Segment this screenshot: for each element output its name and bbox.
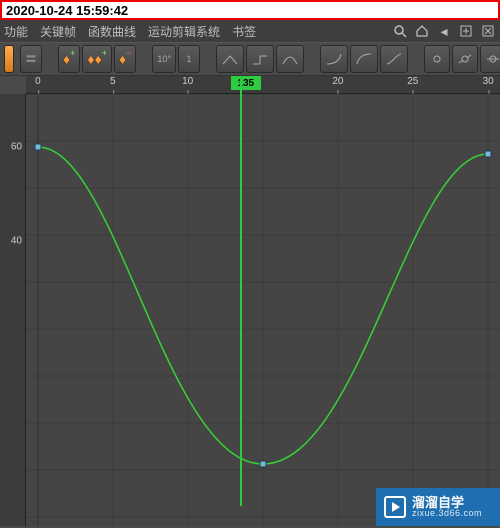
playhead-line [240,76,242,506]
y-axis-label: 60 [11,142,22,153]
tab-fcurve[interactable]: 函数曲线 [88,23,136,40]
timeline-mode-button[interactable] [20,45,42,73]
ease-in-button[interactable] [320,45,348,73]
keyframe-handle[interactable] [485,151,492,158]
timestamp-text: 2020-10-24 15:59:42 [6,3,128,18]
menu-right-icons: ◂ [392,23,496,39]
play-logo-icon [384,496,406,518]
tangent-spline-button[interactable] [276,45,304,73]
ease-out-button[interactable] [350,45,378,73]
tangent-linear-button[interactable] [216,45,244,73]
tangent-step-button[interactable] [246,45,274,73]
y-axis[interactable]: 60 40 [0,94,26,526]
watermark-url: zixue.3d66.com [412,509,482,518]
snap-frame-button[interactable]: 1 [178,45,200,73]
frame-step-group: 10° 1 [152,45,200,73]
toolbar: ♦+ ♦♦+ ♦− 10° 1 [0,42,500,76]
keyframe-add-group: ♦+ ♦♦+ ♦− [58,45,136,73]
ruler-tick: 10 [182,76,193,87]
key-add-button[interactable]: ♦+ [58,45,80,73]
key-add-all-button[interactable]: ♦♦+ [82,45,112,73]
handle-auto-button[interactable] [424,45,450,73]
ruler-tick: 5 [110,76,116,87]
ruler-tick: 20 [332,76,343,87]
tangent-ease-group [320,45,408,73]
new-tab-icon[interactable] [458,23,474,39]
search-icon[interactable] [392,23,408,39]
ease-both-button[interactable] [380,45,408,73]
key-remove-button[interactable]: ♦− [114,45,136,73]
keyframe-handle[interactable] [35,144,42,151]
menu-bar: 功能 关键帧 函数曲线 运动剪辑系统 书签 ◂ [0,20,500,42]
tab-keyframes[interactable]: 关键帧 [40,23,76,40]
time-ruler[interactable]: 0 5 10 20 25 30 135 [26,76,500,94]
ruler-tick: 30 [483,76,494,87]
y-axis-label: 40 [11,236,22,247]
graph-area: 60 40 [0,94,500,526]
keyframe-handle[interactable] [260,461,267,468]
handle-break-button[interactable] [452,45,478,73]
ruler-tick: 25 [407,76,418,87]
tangent-type-group-a [216,45,304,73]
close-panel-icon[interactable] [480,23,496,39]
timestamp-bar: 2020-10-24 15:59:42 [0,0,500,20]
handle-clamp-button[interactable] [480,45,500,73]
tab-motionclip[interactable]: 运动剪辑系统 [148,23,220,40]
handle-mode-group [424,45,500,73]
record-strip-button[interactable] [4,45,14,73]
ruler-tick: 0 [35,76,41,87]
tab-bookmarks[interactable]: 书签 [232,23,256,40]
playhead-frame-label: 135 [231,76,261,90]
tab-function[interactable]: 功能 [4,23,28,40]
curve-plot[interactable]: 溜溜自学 zixue.3d66.com [26,94,500,526]
menu-tabs: 功能 关键帧 函数曲线 运动剪辑系统 书签 [4,23,256,40]
snap-angle-button[interactable]: 10° [152,45,176,73]
arrow-left-small-icon[interactable]: ◂ [436,23,452,39]
home-icon[interactable] [414,23,430,39]
watermark: 溜溜自学 zixue.3d66.com [376,488,500,526]
